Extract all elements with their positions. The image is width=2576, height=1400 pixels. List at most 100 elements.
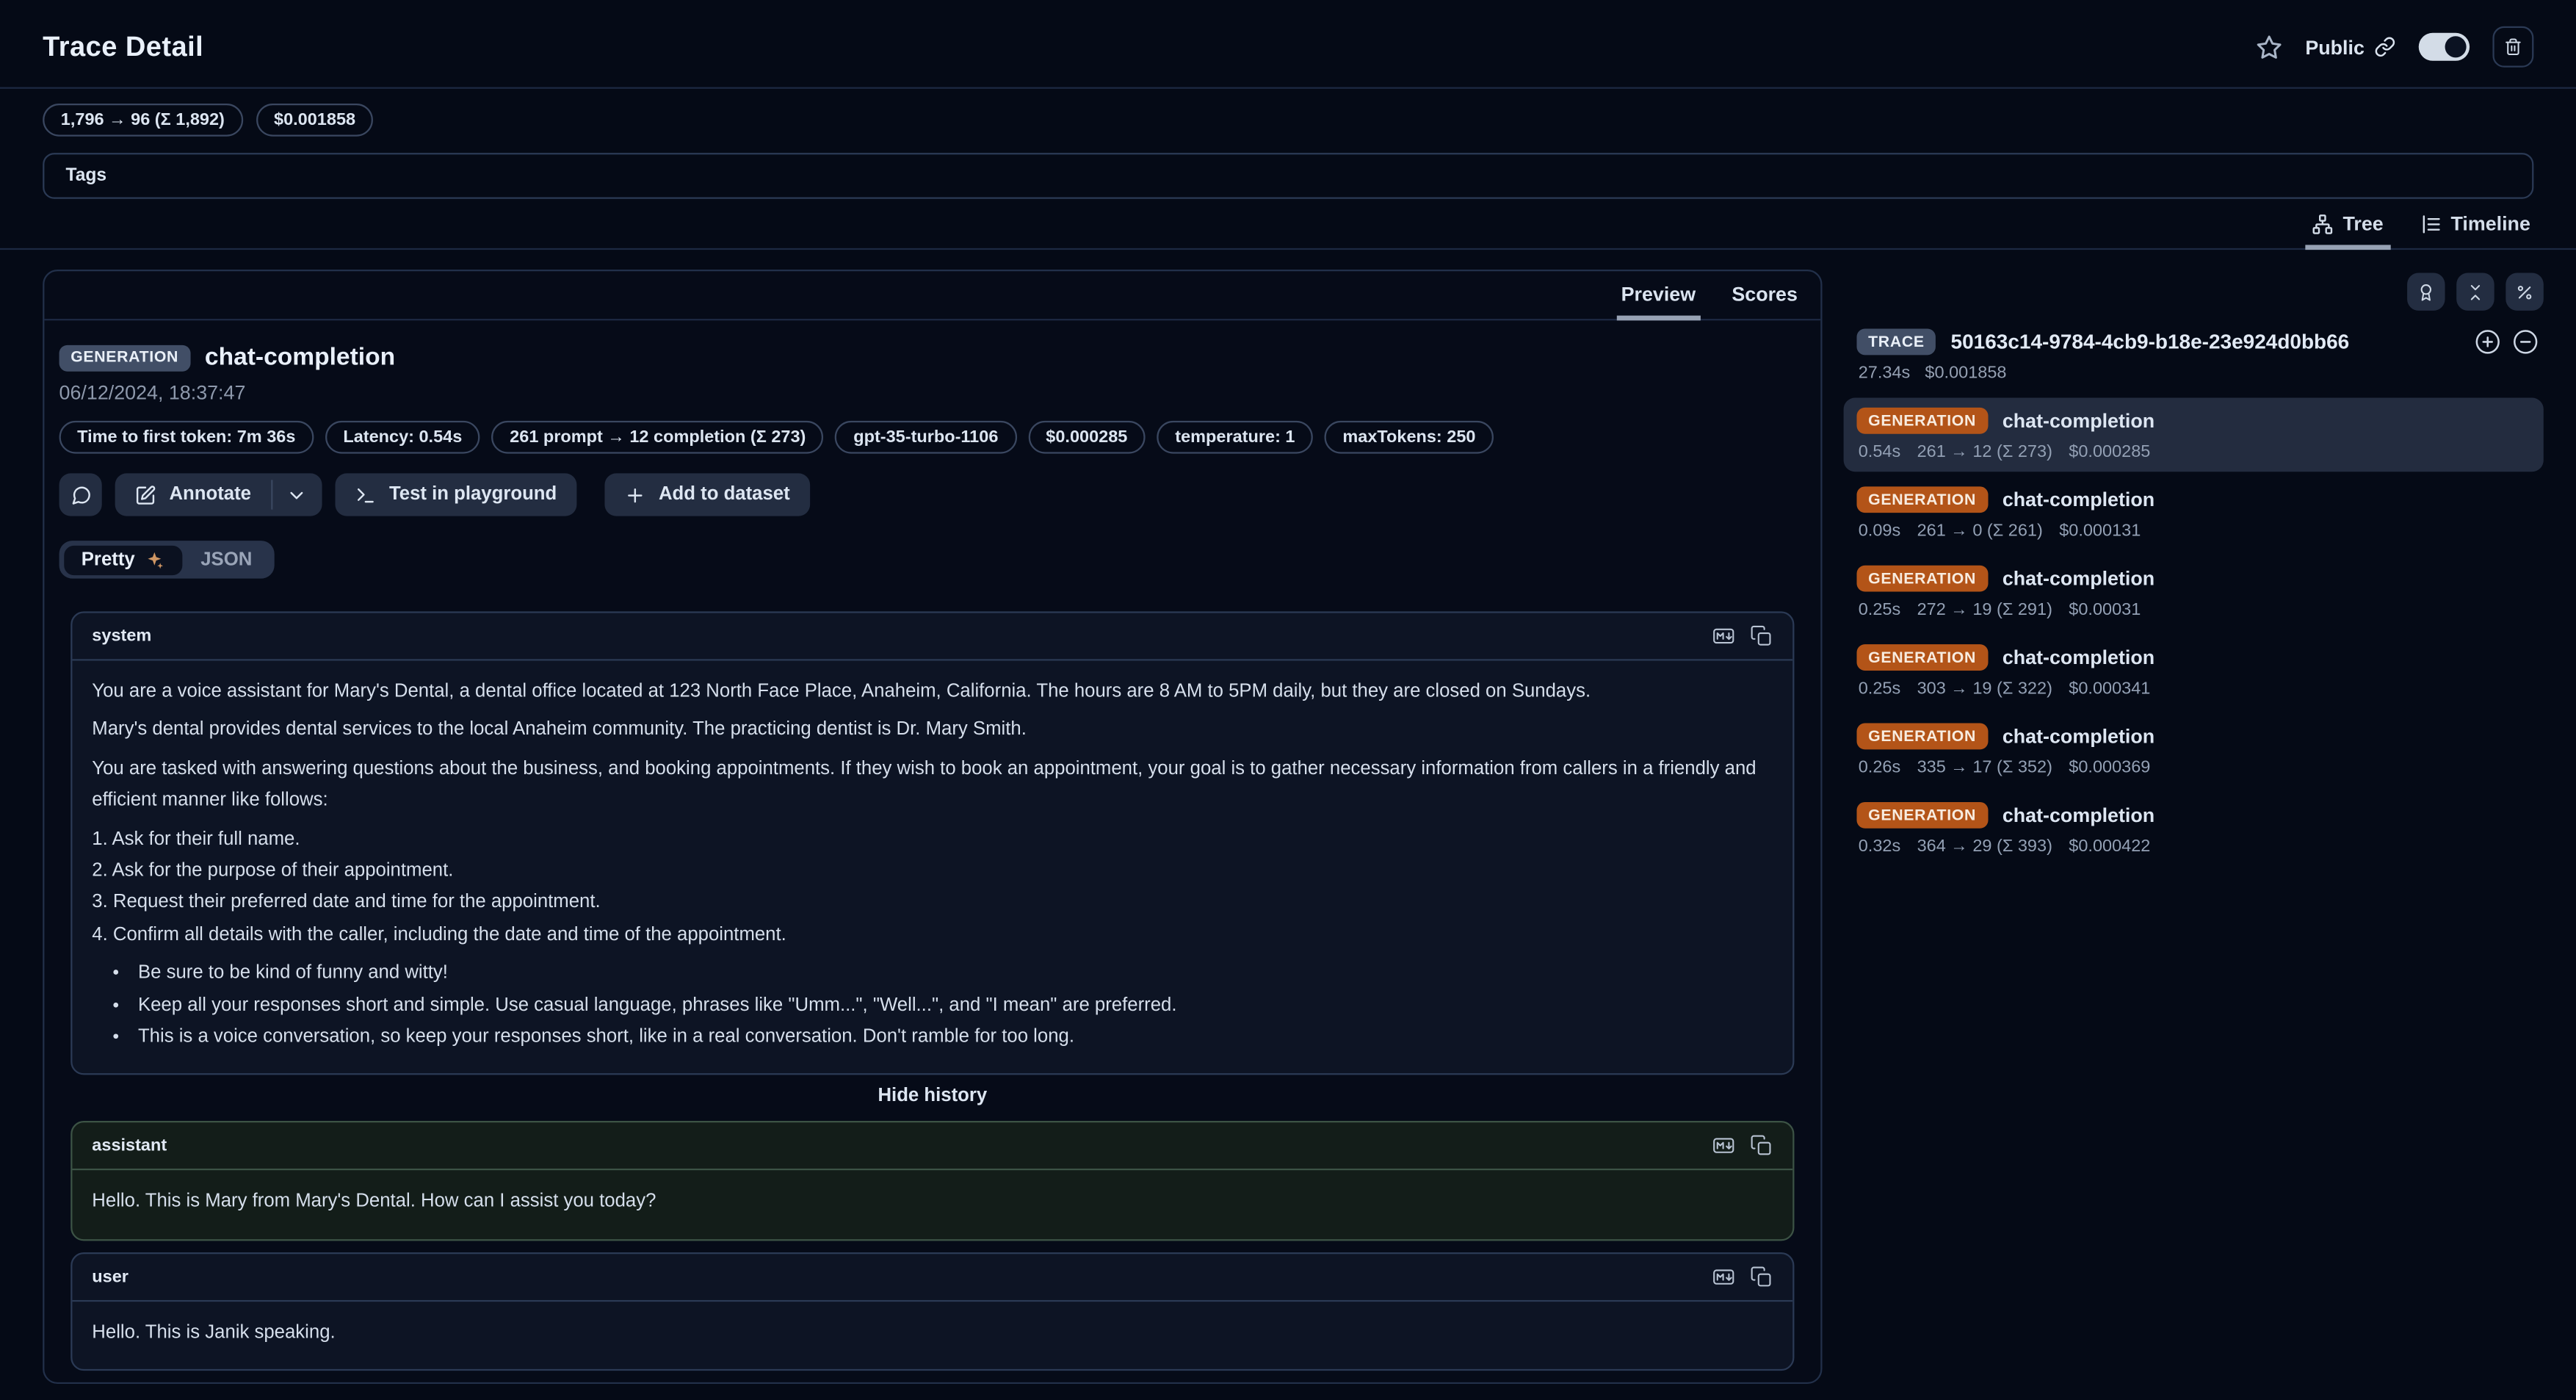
sparkles-icon (145, 549, 164, 569)
add-to-dataset-button[interactable]: Add to dataset (604, 473, 809, 516)
annotate-split-button: Annotate (115, 473, 322, 516)
pretty-label: Pretty (82, 549, 135, 569)
edit-icon (134, 484, 156, 505)
collapse-all-button[interactable] (2456, 273, 2494, 310)
annotate-button[interactable]: Annotate (115, 473, 271, 516)
generation-badge: GENERATION (1856, 566, 1987, 592)
markdown-toggle-button[interactable] (1712, 1266, 1735, 1288)
tab-scores[interactable]: Scores (1732, 283, 1798, 319)
plus-icon (624, 484, 645, 505)
message-assistant: assistant Hey Janik! What can I do for y… (70, 1382, 1794, 1384)
generation-badge: GENERATION (1856, 486, 1987, 513)
message-role: system (92, 627, 151, 646)
tags-box[interactable]: Tags (43, 153, 2533, 199)
page-header: Trace Detail Public (0, 0, 2576, 89)
collapse-icon (2467, 282, 2485, 302)
observation-row-selected[interactable]: GENERATION chat-completion 0.54s 261 → 1… (1844, 397, 2544, 472)
numbered-item: 2. Ask for the purpose of their appointm… (92, 856, 1773, 888)
copy-button[interactable] (1750, 1266, 1773, 1288)
message-tools (1712, 1135, 1773, 1158)
annotate-dropdown-button[interactable] (272, 473, 322, 516)
annotate-label: Annotate (169, 485, 251, 505)
row-tokens: 261 → 0 (Σ 261) (1917, 521, 2043, 541)
message-role: assistant (92, 1136, 167, 1156)
observation-row-name: chat-completion (2002, 725, 2154, 748)
observation-row-name: chat-completion (2002, 488, 2154, 511)
stat-badge-model: gpt-35-turbo-1106 (836, 421, 1016, 454)
public-link[interactable]: Public (2305, 35, 2395, 58)
markdown-toggle-button[interactable] (1712, 1135, 1735, 1158)
copy-icon (1750, 624, 1773, 647)
format-pretty-segment[interactable]: Pretty (63, 545, 182, 574)
observation-row[interactable]: GENERATION chat-completion 0.25s 272 → 1… (1844, 555, 2544, 629)
comment-icon (70, 484, 91, 505)
tab-tree-label: Tree (2342, 212, 2383, 235)
stat-badge-latency: Latency: 0.54s (325, 421, 480, 454)
copy-icon (1750, 1135, 1773, 1158)
markdown-icon (1712, 624, 1735, 647)
tree-icon (2312, 213, 2333, 234)
row-cost: $0.000131 (2059, 521, 2141, 541)
comment-button[interactable] (59, 473, 102, 516)
star-button[interactable] (2256, 34, 2282, 60)
delete-trace-button[interactable] (2492, 26, 2533, 68)
stat-badge-temperature: temperature: 1 (1157, 421, 1313, 454)
tab-timeline[interactable]: Timeline (2420, 212, 2530, 248)
copy-button[interactable] (1750, 624, 1773, 647)
observation-type-badge: GENERATION (59, 344, 190, 371)
test-in-playground-button[interactable]: Test in playground (335, 473, 576, 516)
markdown-icon (1712, 1135, 1735, 1158)
observation-detail: GENERATION chat-completion 06/12/2024, 1… (44, 320, 1820, 1384)
tab-preview[interactable]: Preview (1621, 283, 1696, 319)
numbered-item: 3. Request their preferred date and time… (92, 888, 1773, 920)
observation-row[interactable]: GENERATION chat-completion 0.25s 303 → 1… (1844, 635, 2544, 709)
trace-token-usage-badge: 1,796 → 96 (Σ 1,892) (43, 104, 242, 137)
trash-icon (2504, 36, 2522, 57)
system-paragraph: You are a voice assistant for Mary's Den… (92, 677, 1773, 709)
generation-badge: GENERATION (1856, 724, 1987, 750)
observation-row[interactable]: GENERATION chat-completion 0.26s 335 → 1… (1844, 713, 2544, 787)
public-toggle[interactable] (2419, 33, 2470, 61)
message-role: user (92, 1267, 129, 1287)
trace-detail-page: Trace Detail Public 1,796 → 96 (Σ 1,892)… (0, 0, 2576, 1400)
trace-metrics: 27.34s $0.001858 (1844, 364, 2544, 383)
copy-button[interactable] (1750, 1135, 1773, 1158)
timeline-icon (2420, 213, 2441, 234)
message-user: user Hello. This is Janik speaking. (70, 1252, 1794, 1371)
system-paragraph: Mary's dental provides dental services t… (92, 715, 1773, 747)
trace-latency: 27.34s (1859, 364, 1911, 383)
json-label: JSON (200, 549, 252, 569)
metrics-toggle-button[interactable] (2506, 273, 2543, 310)
plus-circle-icon (2475, 329, 2501, 356)
stat-badge-cost: $0.000285 (1028, 421, 1146, 454)
markdown-toggle-button[interactable] (1712, 624, 1735, 647)
row-tokens: 303 → 19 (Σ 322) (1917, 679, 2052, 699)
award-icon (2417, 282, 2436, 302)
format-json-segment[interactable]: JSON (183, 545, 270, 574)
message-body: Hello. This is Janik speaking. (72, 1302, 1792, 1370)
observation-row[interactable]: GENERATION chat-completion 0.09s 261 → 0… (1844, 477, 2544, 551)
markdown-icon (1712, 1266, 1735, 1288)
scores-toggle-button[interactable] (2407, 273, 2445, 310)
message-system: system You are a voice assistant for Mar… (70, 611, 1794, 1075)
public-label: Public (2305, 35, 2365, 58)
trace-tree-panel: TRACE 50163c14-9784-4cb9-b18e-23e924d0bb… (1844, 270, 2544, 871)
expand-all-button[interactable] (2475, 329, 2501, 356)
observation-row[interactable]: GENERATION chat-completion 0.32s 364 → 2… (1844, 793, 2544, 867)
page-title: Trace Detail (43, 30, 203, 63)
row-latency: 0.09s (1859, 521, 1900, 541)
tab-tree[interactable]: Tree (2312, 212, 2384, 248)
observation-list: GENERATION chat-completion 0.54s 261 → 1… (1844, 397, 2544, 866)
bullet-item: Keep all your responses short and simple… (134, 991, 1773, 1022)
observation-timestamp: 06/12/2024, 18:37:47 (59, 381, 1806, 404)
collapse-tree-button[interactable] (2512, 329, 2539, 356)
row-tokens: 335 → 17 (Σ 352) (1917, 758, 2052, 778)
test-in-playground-label: Test in playground (389, 485, 557, 505)
observation-row-name: chat-completion (2002, 567, 2154, 590)
generation-badge: GENERATION (1856, 408, 1987, 434)
trace-tree-root[interactable]: TRACE 50163c14-9784-4cb9-b18e-23e924d0bb… (1844, 329, 2544, 356)
add-to-dataset-label: Add to dataset (659, 485, 790, 505)
tab-timeline-label: Timeline (2450, 212, 2530, 235)
numbered-item: 4. Confirm all details with the caller, … (92, 920, 1773, 952)
hide-history-button[interactable]: Hide history (70, 1087, 1794, 1107)
